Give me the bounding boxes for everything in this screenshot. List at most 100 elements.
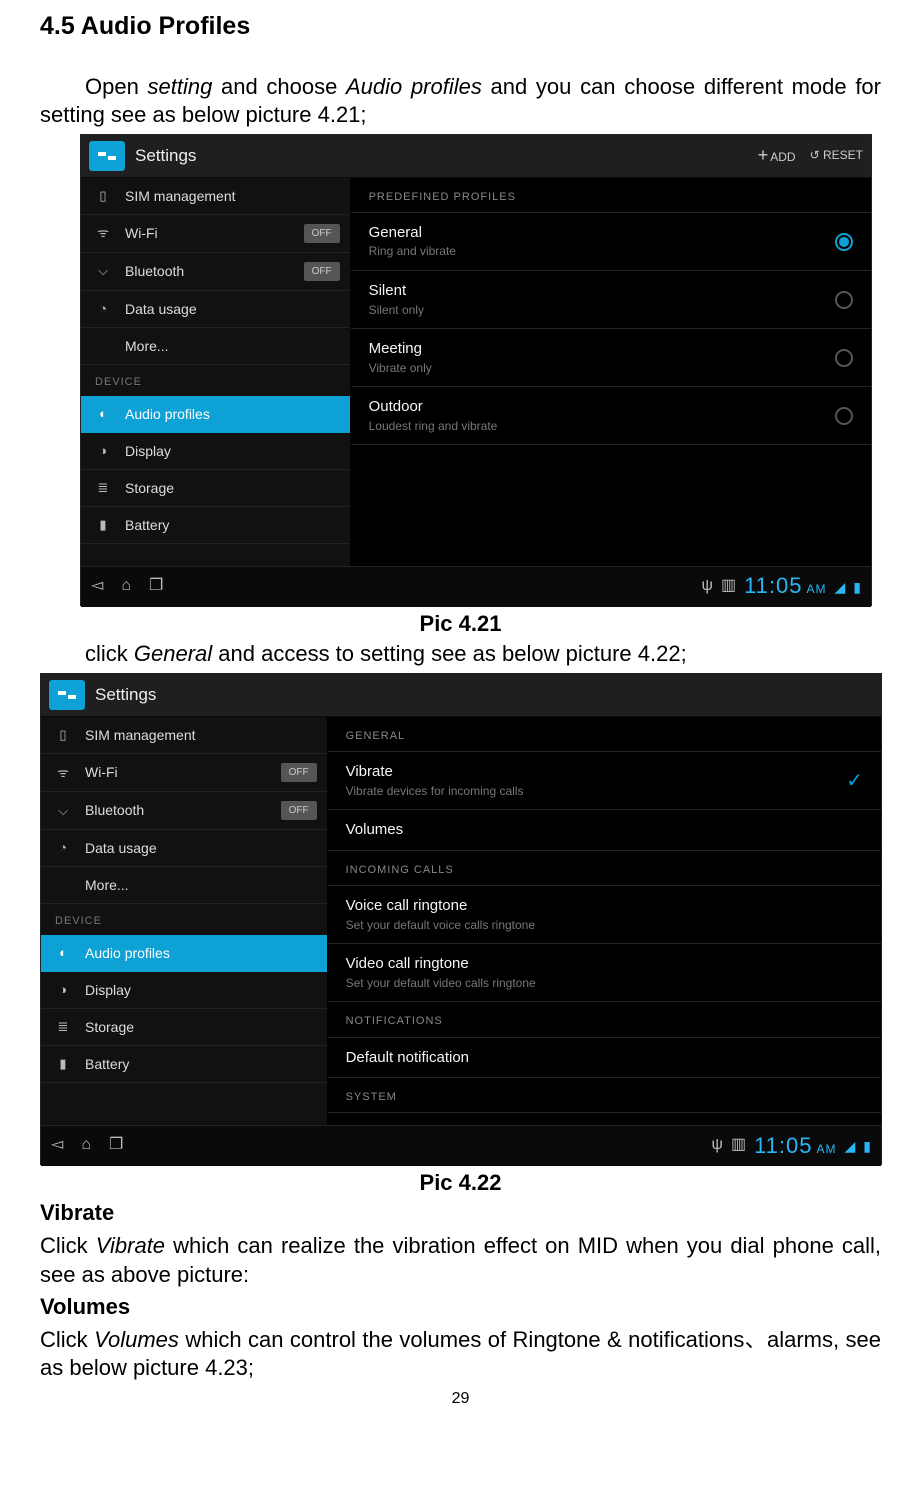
- text-em: Volumes: [94, 1327, 179, 1352]
- row-video-ringtone[interactable]: Video call ringtone Set your default vid…: [328, 944, 881, 1002]
- sidebar-item-storage[interactable]: ≣ Storage: [81, 470, 350, 507]
- wifi-icon: ᯤ: [95, 225, 111, 241]
- sidebar-item-data[interactable]: ◔ Data usage: [41, 830, 327, 867]
- sidebar-item-audio-profiles[interactable]: ◐ Audio profiles: [41, 935, 327, 972]
- recent-apps-icon[interactable]: ❐: [149, 576, 163, 597]
- wifi-toggle[interactable]: OFF: [281, 763, 317, 782]
- sidebar-item-more[interactable]: More...: [81, 328, 350, 365]
- app-header: Settings +ADD ↺ RESET: [81, 135, 871, 178]
- text-em: setting: [148, 74, 213, 99]
- back-icon[interactable]: ◅: [51, 1135, 63, 1156]
- signal-icon: ◢: [845, 1137, 856, 1155]
- profile-title: General: [369, 223, 835, 243]
- figure-caption: Pic 4.21: [40, 610, 881, 639]
- radio-icon[interactable]: [835, 349, 853, 367]
- profile-general[interactable]: General Ring and vibrate: [351, 213, 871, 271]
- text: Open: [85, 74, 148, 99]
- row-subtitle: Set your default video calls ringtone: [346, 976, 863, 992]
- bt-toggle[interactable]: OFF: [304, 262, 340, 281]
- text: Click: [40, 1327, 94, 1352]
- home-icon[interactable]: ⌂: [81, 1135, 91, 1156]
- row-title: Voice call ringtone: [346, 896, 863, 916]
- text-em: Audio profiles: [346, 74, 482, 99]
- sidebar-item-label: Wi-Fi: [125, 224, 158, 242]
- sidebar-item-wifi[interactable]: ᯤ Wi-Fi OFF: [81, 215, 350, 253]
- battery-status-icon: ▮: [853, 578, 861, 596]
- sidebar-item-wifi[interactable]: ᯤ Wi-Fi OFF: [41, 754, 327, 792]
- volumes-paragraph: Click Volumes which can control the volu…: [40, 1326, 881, 1383]
- audio-profiles-icon: ◐: [55, 945, 71, 961]
- radio-icon[interactable]: [835, 407, 853, 425]
- usb-icon: ψ: [712, 1135, 723, 1156]
- sidebar-item-bluetooth[interactable]: ⌵ Bluetooth OFF: [81, 253, 350, 291]
- sidebar-item-battery[interactable]: ▮ Battery: [81, 507, 350, 544]
- reset-button[interactable]: ↺ RESET: [810, 148, 863, 164]
- panel-heading: PREDEFINED PROFILES: [351, 178, 871, 213]
- plus-icon: +: [758, 145, 769, 165]
- profiles-panel: PREDEFINED PROFILES General Ring and vib…: [351, 178, 871, 566]
- sidebar-item-label: Storage: [125, 479, 174, 497]
- text: click: [85, 641, 134, 666]
- sidebar-item-data[interactable]: ◔ Data usage: [81, 291, 350, 328]
- sidebar-item-bluetooth[interactable]: ⌵ Bluetooth OFF: [41, 792, 327, 830]
- sidebar-item-audio-profiles[interactable]: ◐ Audio profiles: [81, 396, 350, 433]
- sidebar-item-sim[interactable]: ▯ SIM management: [81, 178, 350, 215]
- sidebar-item-label: Wi-Fi: [85, 763, 118, 781]
- sidebar-item-battery[interactable]: ▮ Battery: [41, 1046, 327, 1083]
- wifi-toggle[interactable]: OFF: [304, 224, 340, 243]
- profile-silent[interactable]: Silent Silent only: [351, 271, 871, 329]
- back-icon[interactable]: ◅: [91, 576, 103, 597]
- bluetooth-icon: ⌵: [55, 803, 71, 819]
- row-title: Default notification: [346, 1048, 863, 1068]
- row-volumes[interactable]: Volumes: [328, 810, 881, 851]
- sidebar-item-label: Bluetooth: [85, 801, 144, 819]
- sidebar-item-label: Audio profiles: [125, 405, 210, 423]
- screenshot-general-settings: Settings ▯ SIM management ᯤ Wi-Fi OFF ⌵ …: [40, 673, 882, 1165]
- radio-selected-icon[interactable]: [835, 233, 853, 251]
- blank-icon: [95, 338, 111, 354]
- recent-apps-icon[interactable]: ❐: [109, 1135, 123, 1156]
- radio-icon[interactable]: [835, 291, 853, 309]
- clock-time: 11:05: [754, 1132, 812, 1161]
- profile-subtitle: Vibrate only: [369, 361, 835, 377]
- row-voice-ringtone[interactable]: Voice call ringtone Set your default voi…: [328, 886, 881, 944]
- sidebar-item-display[interactable]: ◑ Display: [41, 972, 327, 1009]
- check-icon[interactable]: ✓: [846, 768, 863, 794]
- sidebar-item-label: SIM management: [85, 726, 196, 744]
- sidebar-item-label: More...: [125, 337, 169, 355]
- sidebar-section-device: DEVICE: [41, 904, 327, 934]
- status-clock: 11:05 AM: [744, 572, 826, 601]
- sidebar-item-label: Display: [85, 981, 131, 999]
- status-clock: 11:05 AM: [754, 1132, 836, 1161]
- home-icon[interactable]: ⌂: [121, 576, 131, 597]
- sidebar-item-more[interactable]: More...: [41, 867, 327, 904]
- sidebar-item-display[interactable]: ◑ Display: [81, 433, 350, 470]
- wifi-icon: ᯤ: [55, 765, 71, 781]
- sidebar-item-label: Data usage: [85, 839, 157, 857]
- add-button[interactable]: +ADD: [758, 144, 796, 167]
- profile-subtitle: Loudest ring and vibrate: [369, 419, 835, 435]
- sim-icon: ▯: [95, 188, 111, 204]
- profile-meeting[interactable]: Meeting Vibrate only: [351, 329, 871, 387]
- profile-title: Silent: [369, 281, 835, 301]
- row-vibrate[interactable]: Vibrate Vibrate devices for incoming cal…: [328, 752, 881, 810]
- text: which can realize the vibration effect o…: [40, 1233, 881, 1287]
- text: and access to setting see as below pictu…: [212, 641, 687, 666]
- row-title: Video call ringtone: [346, 954, 863, 974]
- bt-toggle[interactable]: OFF: [281, 801, 317, 820]
- sidebar-item-label: SIM management: [125, 187, 236, 205]
- profile-title: Meeting: [369, 339, 835, 359]
- sidebar-item-sim[interactable]: ▯ SIM management: [41, 717, 327, 754]
- data-usage-icon: ◔: [55, 840, 71, 856]
- page-number: 29: [40, 1389, 881, 1410]
- app-title: Settings: [95, 684, 873, 706]
- sidebar-item-label: Battery: [125, 516, 169, 534]
- profile-subtitle: Ring and vibrate: [369, 244, 835, 260]
- sidebar-item-storage[interactable]: ≣ Storage: [41, 1009, 327, 1046]
- sim-icon: ▯: [55, 727, 71, 743]
- row-default-notification[interactable]: Default notification: [328, 1038, 881, 1079]
- profile-outdoor[interactable]: Outdoor Loudest ring and vibrate: [351, 387, 871, 445]
- text-em: Vibrate: [96, 1233, 165, 1258]
- panel-heading: NOTIFICATIONS: [328, 1002, 881, 1037]
- storage-icon: ≣: [95, 480, 111, 496]
